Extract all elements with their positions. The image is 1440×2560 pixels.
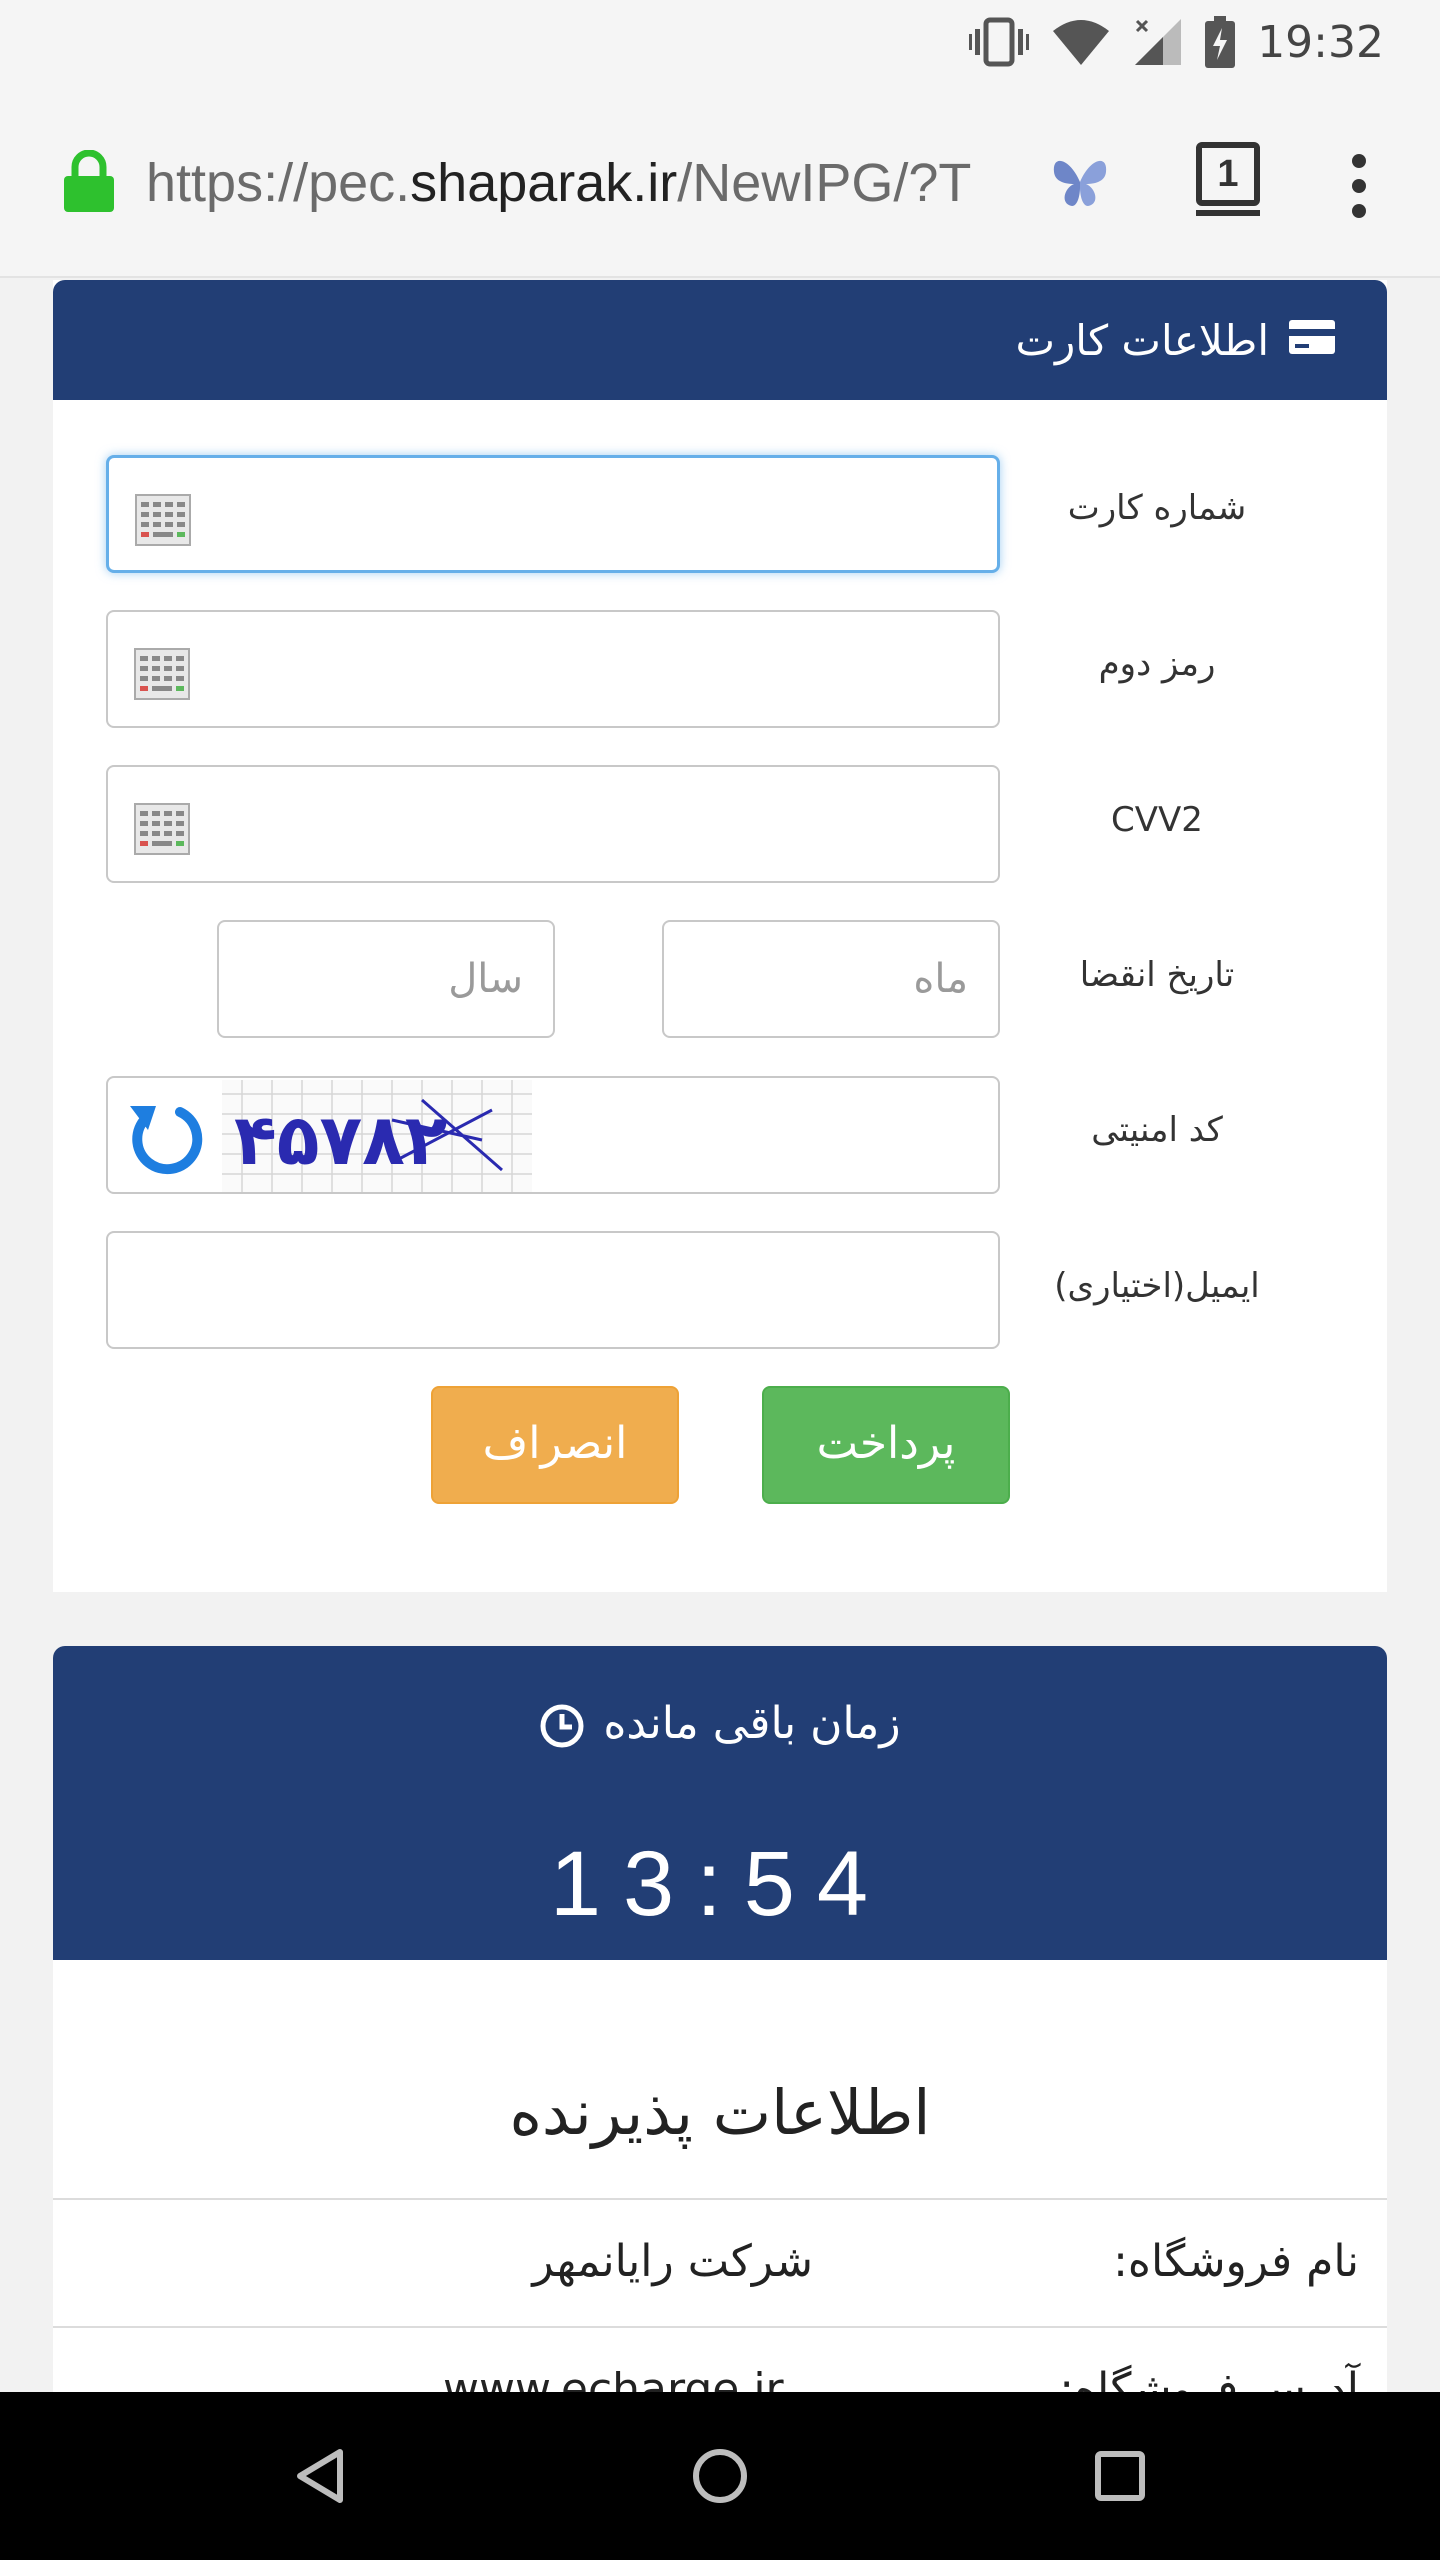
card-number-label: شماره کارت (1067, 488, 1247, 528)
recents-icon[interactable] (1088, 2444, 1152, 2508)
back-icon[interactable] (290, 2444, 354, 2508)
email-field[interactable] (106, 1231, 1000, 1349)
email-label: ایمیل(اختیاری) (1054, 1266, 1260, 1306)
wifi-icon (1053, 20, 1110, 65)
timer-panel: زمان باقی مانده 13:54 (53, 1646, 1387, 1960)
captcha-image: ۴۵۷۸۲ (222, 1080, 532, 1192)
card-info-header: اطلاعات کارت (53, 280, 1387, 400)
timer-title-row: زمان باقی مانده (53, 1698, 1387, 1749)
merchant-name-value: شرکت رایانمهر (532, 2236, 813, 2287)
card-number-input[interactable] (109, 458, 997, 570)
merchant-name-label: نام فروشگاه: (1113, 2236, 1359, 2287)
butterfly-icon[interactable] (1050, 154, 1110, 210)
expiry-label: تاریخ انقضا (1079, 955, 1235, 995)
expiry-month-input[interactable] (664, 922, 998, 1036)
credit-card-icon (1289, 320, 1335, 354)
virtual-keypad-icon[interactable] (134, 648, 190, 700)
security-code-label: کد امنیتی (1091, 1110, 1223, 1150)
card-info-title: اطلاعات کارت (1015, 316, 1269, 365)
vibrate-icon (969, 17, 1030, 67)
second-password-input[interactable] (108, 612, 998, 726)
captcha-text: ۴۵۷۸۲ (234, 1099, 448, 1181)
second-password-label: رمز دوم (1098, 644, 1216, 684)
pay-button[interactable]: پرداخت (762, 1386, 1010, 1504)
merchant-info-title: اطلاعات پذیرنده (509, 2076, 931, 2149)
expiry-year-field[interactable] (217, 920, 555, 1038)
clock-time: 19:32 (1257, 16, 1384, 68)
overflow-menu-icon[interactable] (1352, 154, 1368, 229)
browser-toolbar: https://pec.shaparak.ir/NewIPG/?T 1 (0, 84, 1440, 278)
expiry-month-field[interactable] (662, 920, 1000, 1038)
lock-icon[interactable] (62, 150, 116, 212)
url-suffix: /NewIPG/?T (677, 153, 972, 213)
virtual-keypad-icon[interactable] (135, 494, 191, 546)
cvv2-label: CVV2 (1111, 800, 1203, 840)
countdown-timer: 13:54 (549, 1833, 891, 1935)
url-field[interactable]: https://pec.shaparak.ir/NewIPG/?T (146, 152, 1006, 216)
home-icon[interactable] (688, 2444, 752, 2508)
status-bar: 19:32 (0, 0, 1440, 84)
card-number-field[interactable] (106, 455, 1000, 573)
second-password-field[interactable] (106, 610, 1000, 728)
cvv2-field[interactable] (106, 765, 1000, 883)
merchant-row: نام فروشگاه: شرکت رایانمهر (53, 2198, 1387, 2328)
security-code-field[interactable]: ۴۵۷۸۲ (106, 1076, 1000, 1194)
signal-icon (1135, 19, 1182, 65)
email-input[interactable] (108, 1233, 998, 1347)
timer-title: زمان باقی مانده (603, 1698, 901, 1749)
merchant-info-panel: اطلاعات پذیرنده نام فروشگاه: شرکت رایانم… (53, 1960, 1387, 2415)
battery-charging-icon (1205, 16, 1236, 68)
expiry-year-input[interactable] (219, 922, 553, 1036)
cvv2-input[interactable] (108, 767, 998, 881)
clock-icon (540, 1704, 584, 1748)
tab-switcher-button[interactable]: 1 (1196, 142, 1260, 216)
url-host: shaparak.ir (410, 153, 678, 213)
system-navigation-bar (0, 2392, 1440, 2560)
virtual-keypad-icon[interactable] (134, 803, 190, 855)
cancel-button[interactable]: انصراف (431, 1386, 679, 1504)
url-prefix: https://pec. (146, 153, 411, 213)
refresh-icon[interactable] (122, 1096, 208, 1182)
